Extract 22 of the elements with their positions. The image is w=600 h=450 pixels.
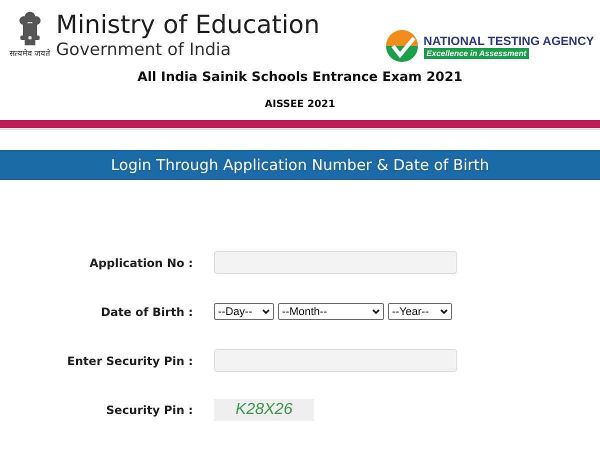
chevron-icon — [262, 308, 270, 314]
exam-title: All India Sainik Schools Entrance Exam 2021 — [136, 70, 464, 85]
dropdown[interactable]: --Day-- — [214, 303, 274, 320]
field-label: Application No : — [88, 256, 193, 270]
agency-name: NATIONAL TESTING AGENCY — [424, 34, 594, 48]
input-field[interactable] — [214, 251, 457, 274]
captcha-image: K28X26 — [214, 398, 314, 420]
field-label: Security Pin : — [105, 402, 193, 416]
logo-icon — [384, 28, 420, 64]
input-field[interactable] — [214, 349, 457, 372]
dropdown[interactable]: --Month-- — [278, 303, 384, 320]
agency-tagline: Excellence in Assessment — [424, 48, 530, 58]
government-name: Government of India — [56, 40, 232, 60]
dropdown[interactable]: --Year-- — [388, 303, 452, 320]
login-banner: Login Through Application Number & Date of Birth — [0, 150, 600, 180]
chevron-icon — [372, 308, 380, 314]
field-label: Enter Security Pin : — [66, 354, 193, 368]
motto: सत्यमेव जयते — [10, 48, 50, 58]
field-label: Date of Birth : — [100, 304, 193, 318]
exam-code: AISSEE 2021 — [264, 99, 336, 110]
chevron-icon — [440, 308, 448, 314]
ministry-name: Ministry of Education — [56, 10, 320, 40]
